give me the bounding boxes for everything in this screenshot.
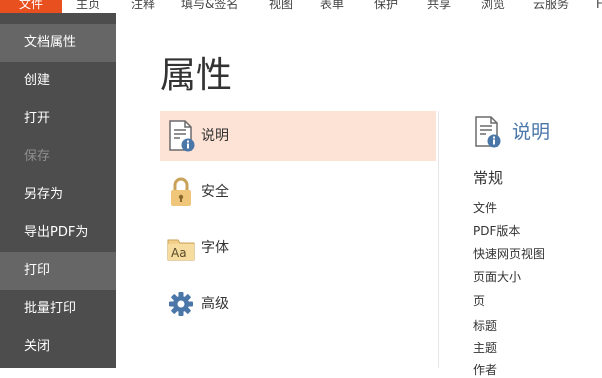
tab-file[interactable]: 文件: [0, 0, 62, 13]
page-title: 属性: [160, 55, 233, 96]
sidebar-item-document-properties[interactable]: 文档属性: [0, 24, 116, 62]
tab-browse[interactable]: 浏览: [481, 0, 505, 13]
field-label-subject: 主题: [473, 341, 498, 355]
category-label: 安全: [201, 184, 229, 200]
category-label: 说明: [201, 128, 229, 144]
sidebar-item-batch-print[interactable]: 批量打印: [0, 290, 116, 328]
sidebar-item-save-as[interactable]: 另存为: [0, 176, 116, 214]
field-label-fast-web-view: 快速网页视图: [473, 247, 546, 261]
category-label: 高级: [201, 296, 229, 312]
font-folder-icon: Aa: [167, 239, 195, 261]
field-label-title: 标题: [473, 319, 498, 333]
category-advanced[interactable]: 高级: [160, 279, 436, 329]
sidebar-item-export-pdf[interactable]: 导出PDF为: [0, 214, 116, 252]
tab-overflow[interactable]: F: [596, 0, 602, 13]
sidebar-item-print[interactable]: 打印: [0, 252, 116, 290]
sidebar-item-close[interactable]: 关闭: [0, 328, 116, 366]
field-label-author: 作者: [473, 363, 498, 377]
category-fonts[interactable]: Aa 字体: [160, 223, 436, 273]
category-label: 字体: [201, 240, 229, 256]
sidebar-item-open[interactable]: 打开: [0, 100, 116, 138]
tab-form[interactable]: 表单: [320, 0, 344, 13]
property-category-list: 说明 安全 Aa 字体 高级: [160, 111, 439, 368]
svg-text:Aa: Aa: [171, 246, 187, 260]
gear-icon: [169, 292, 193, 316]
tab-view[interactable]: 视图: [269, 0, 293, 13]
detail-title: 说明: [512, 121, 551, 143]
tab-fill-sign[interactable]: 填与&签名: [181, 0, 238, 13]
sidebar-item-save[interactable]: 保存: [0, 138, 116, 176]
tab-home[interactable]: 主页: [76, 0, 100, 13]
category-security[interactable]: 安全: [160, 167, 436, 217]
tab-protect[interactable]: 保护: [374, 0, 398, 13]
category-description[interactable]: 说明: [160, 111, 436, 161]
sidebar-item-create[interactable]: 创建: [0, 62, 116, 100]
field-label-file: 文件: [473, 201, 498, 215]
tab-comment[interactable]: 注释: [131, 0, 155, 13]
detail-section-general: 常规: [473, 169, 504, 187]
tab-cloud-service[interactable]: 云服务: [533, 0, 569, 13]
field-label-pages: 页: [473, 294, 486, 308]
file-sidebar: 文档属性 创建 打开 保存 另存为 导出PDF为 打印 批量打印 关闭: [0, 13, 116, 368]
field-label-page-size: 页面大小: [473, 270, 522, 284]
field-label-pdf-version: PDF版本: [473, 224, 521, 238]
document-info-icon: [169, 120, 195, 152]
ribbon-tab-bar: 文件 主页 注释 填与&签名 视图 表单 保护 共享 浏览 云服务 F: [0, 0, 602, 13]
tab-share[interactable]: 共享: [427, 0, 451, 13]
lock-icon: [171, 177, 191, 206]
document-info-icon: [475, 116, 501, 148]
